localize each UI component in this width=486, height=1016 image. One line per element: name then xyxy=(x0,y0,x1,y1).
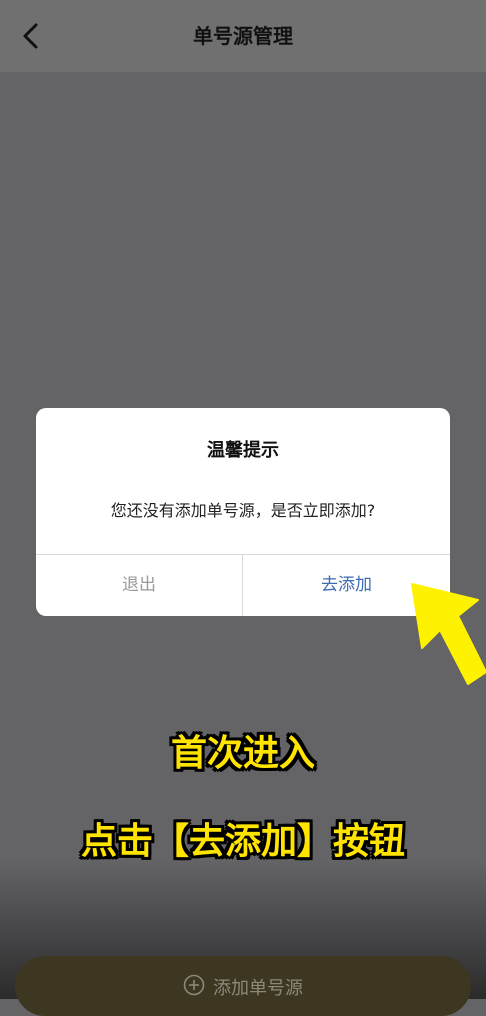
alert-dialog: 温馨提示 您还没有添加单号源，是否立即添加? 退出 去添加 xyxy=(36,408,450,616)
plus-circle-icon xyxy=(183,974,205,996)
chevron-left-icon xyxy=(23,23,38,49)
add-source-label: 添加单号源 xyxy=(213,978,303,999)
dialog-message: 您还没有添加单号源，是否立即添加? xyxy=(110,501,376,520)
arrow-pointer-icon xyxy=(411,583,486,685)
overlay-caption-line2: 点击【去添加】按钮 xyxy=(80,821,405,862)
dialog-title: 温馨提示 xyxy=(207,440,279,461)
back-button[interactable] xyxy=(14,18,48,54)
add-source-button[interactable]: 添加单号源 xyxy=(15,956,471,1016)
page-title: 单号源管理 xyxy=(193,24,293,48)
exit-button[interactable]: 退出 xyxy=(36,555,242,616)
overlay-caption-line1: 首次进入 xyxy=(170,733,315,774)
